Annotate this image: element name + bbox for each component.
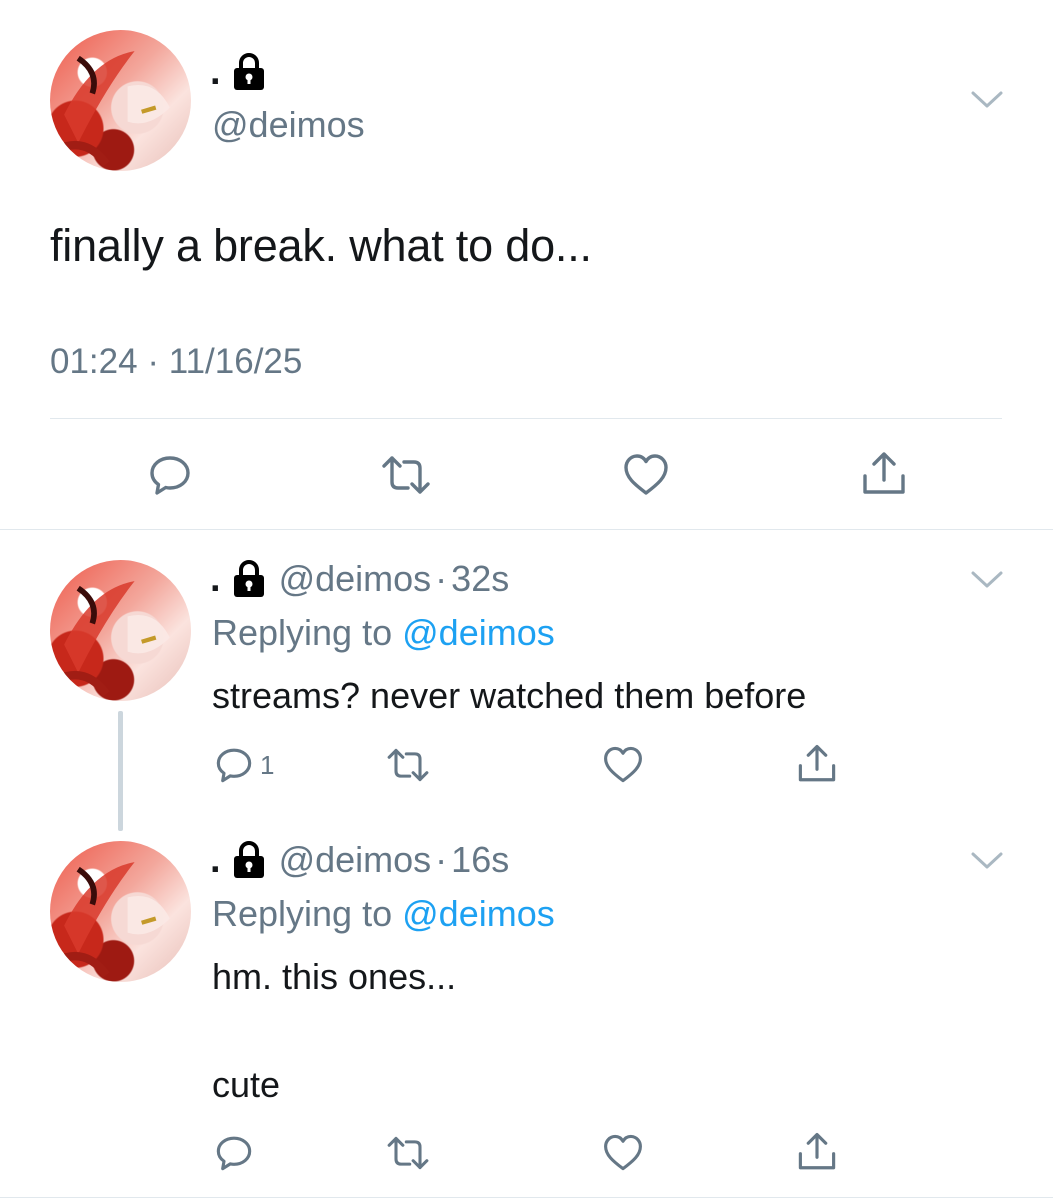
replying-prefix: Replying to [212, 612, 393, 653]
reply-button[interactable] [214, 1133, 260, 1173]
tweet-date: 11/16/25 [168, 342, 303, 381]
retweet-button[interactable] [378, 452, 434, 498]
display-name: . [210, 51, 221, 93]
share-button[interactable] [860, 450, 908, 498]
heart-icon [604, 1134, 642, 1171]
reply-header[interactable]: . @deimos · 16s [210, 839, 509, 881]
share-button[interactable] [796, 1131, 838, 1173]
reply-icon [216, 1136, 252, 1171]
like-button[interactable] [602, 745, 644, 785]
display-name: . [210, 558, 221, 600]
mention-link[interactable]: @deimos [402, 612, 555, 653]
share-icon [863, 452, 905, 494]
chevron-down-icon[interactable] [968, 86, 1006, 112]
heart-icon [604, 746, 642, 783]
avatar[interactable] [50, 30, 191, 171]
tweet-time: 01:24 [50, 342, 138, 381]
reply-text: hm. this ones... [212, 956, 457, 997]
retweet-button[interactable] [384, 1133, 432, 1173]
reply-icon [216, 748, 252, 783]
main-author-name[interactable]: . [210, 52, 267, 92]
divider [50, 418, 1002, 419]
like-button[interactable] [602, 1133, 644, 1173]
reply-handle: @deimos [278, 558, 432, 599]
reply-button[interactable] [147, 452, 193, 498]
thread-line [118, 711, 123, 831]
lock-icon [233, 560, 264, 597]
divider [0, 529, 1053, 530]
replying-to: Replying to @deimos [212, 893, 555, 935]
separator: · [435, 558, 448, 599]
avatar-art [55, 581, 170, 697]
avatar-art [55, 51, 170, 167]
reply-text: streams? never watched them before [212, 675, 807, 716]
mention-link[interactable]: @deimos [402, 893, 555, 934]
reply-header[interactable]: . @deimos · 32s [210, 558, 509, 600]
reply-count: 1 [260, 749, 275, 780]
chevron-down-icon[interactable] [968, 566, 1006, 592]
retweet-button[interactable] [384, 745, 432, 785]
replying-prefix: Replying to [212, 893, 393, 934]
lock-icon [233, 53, 264, 90]
tweet-text: finally a break. what to do... [50, 220, 592, 271]
heart-icon [624, 454, 668, 495]
reply-handle: @deimos [278, 839, 432, 880]
avatar-art [55, 862, 170, 978]
share-icon [798, 1132, 836, 1170]
separator: · [435, 839, 448, 880]
separator: · [147, 342, 159, 381]
display-name: . [210, 839, 221, 881]
lock-icon [233, 841, 264, 878]
avatar[interactable] [50, 841, 191, 982]
retweet-icon [382, 456, 430, 494]
share-icon [798, 744, 836, 782]
tweet-timestamp[interactable]: 01:24 · 11/16/25 [50, 342, 302, 382]
share-button[interactable] [796, 743, 838, 785]
reply-icon [150, 456, 190, 495]
main-handle[interactable]: @deimos [212, 104, 365, 146]
divider [0, 1197, 1053, 1198]
avatar[interactable] [50, 560, 191, 701]
reply-age: 32s [451, 558, 510, 599]
retweet-icon [387, 748, 429, 782]
replying-to: Replying to @deimos [212, 612, 555, 654]
reply-text: cute [212, 1064, 281, 1105]
reply-age: 16s [451, 839, 510, 880]
like-button[interactable] [622, 452, 670, 498]
retweet-icon [387, 1136, 429, 1170]
chevron-down-icon[interactable] [968, 847, 1006, 873]
reply-button[interactable]: 1 [214, 745, 274, 785]
